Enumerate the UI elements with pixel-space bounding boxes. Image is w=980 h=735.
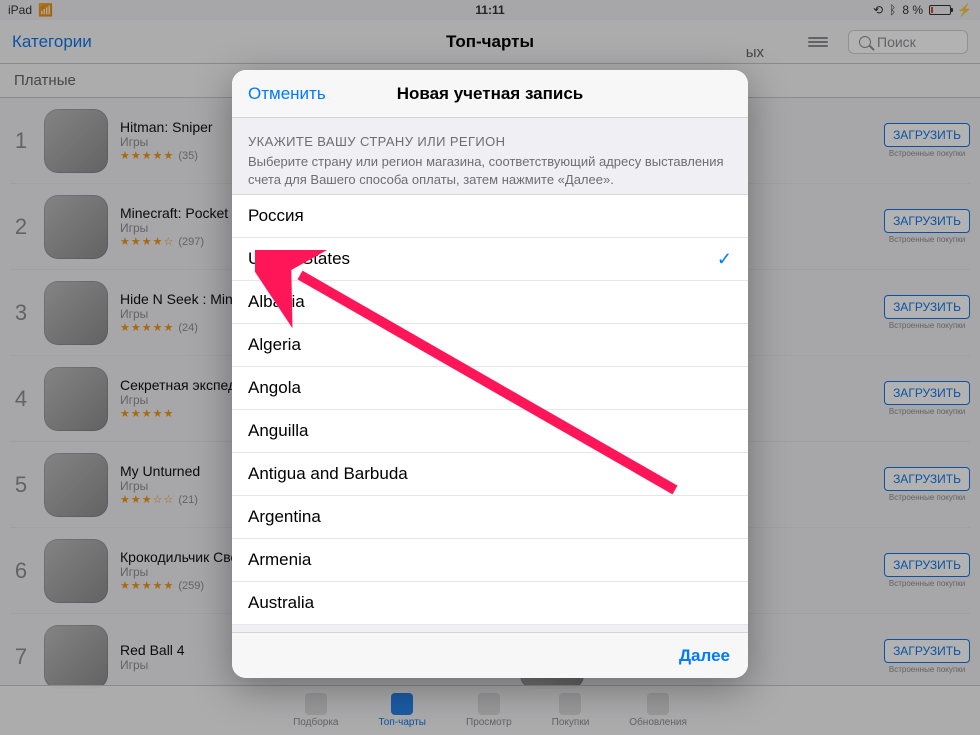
country-name: Australia — [248, 593, 314, 613]
country-name: Angola — [248, 378, 301, 398]
modal-title: Новая учетная запись — [397, 84, 584, 104]
country-list: Россия United States ✓ Albania Algeria Angola… — [232, 194, 748, 625]
country-name: Albania — [248, 292, 305, 312]
cancel-button[interactable]: Отменить — [248, 84, 326, 104]
section-caption: УКАЖИТЕ ВАШУ СТРАНУ ИЛИ РЕГИОН — [248, 134, 732, 149]
country-name: United States — [248, 249, 350, 269]
country-item[interactable]: Anguilla — [232, 410, 748, 453]
country-item[interactable]: Albania — [232, 281, 748, 324]
country-item[interactable]: Algeria — [232, 324, 748, 367]
country-name: Argentina — [248, 507, 321, 527]
next-button[interactable]: Далее — [679, 646, 730, 666]
country-item[interactable]: Antigua and Barbuda — [232, 453, 748, 496]
country-item[interactable]: Angola — [232, 367, 748, 410]
country-name: Antigua and Barbuda — [248, 464, 408, 484]
country-item[interactable]: Australia — [232, 582, 748, 625]
modal-footer: Далее — [232, 632, 748, 678]
modal-header: Отменить Новая учетная запись — [232, 70, 748, 118]
country-item[interactable]: United States ✓ — [232, 238, 748, 281]
country-name: Anguilla — [248, 421, 309, 441]
country-item[interactable]: Armenia — [232, 539, 748, 582]
country-name: Armenia — [248, 550, 311, 570]
country-name: Algeria — [248, 335, 301, 355]
modal-body: УКАЖИТЕ ВАШУ СТРАНУ ИЛИ РЕГИОН Выберите … — [232, 118, 748, 632]
country-name: Россия — [248, 206, 304, 226]
country-item[interactable]: Россия — [232, 195, 748, 238]
country-section-header: УКАЖИТЕ ВАШУ СТРАНУ ИЛИ РЕГИОН Выберите … — [232, 118, 748, 194]
section-description: Выберите страну или регион магазина, соо… — [248, 153, 732, 188]
checkmark-icon: ✓ — [717, 249, 732, 270]
new-account-modal: Отменить Новая учетная запись УКАЖИТЕ ВА… — [232, 70, 748, 678]
country-item[interactable]: Argentina — [232, 496, 748, 539]
